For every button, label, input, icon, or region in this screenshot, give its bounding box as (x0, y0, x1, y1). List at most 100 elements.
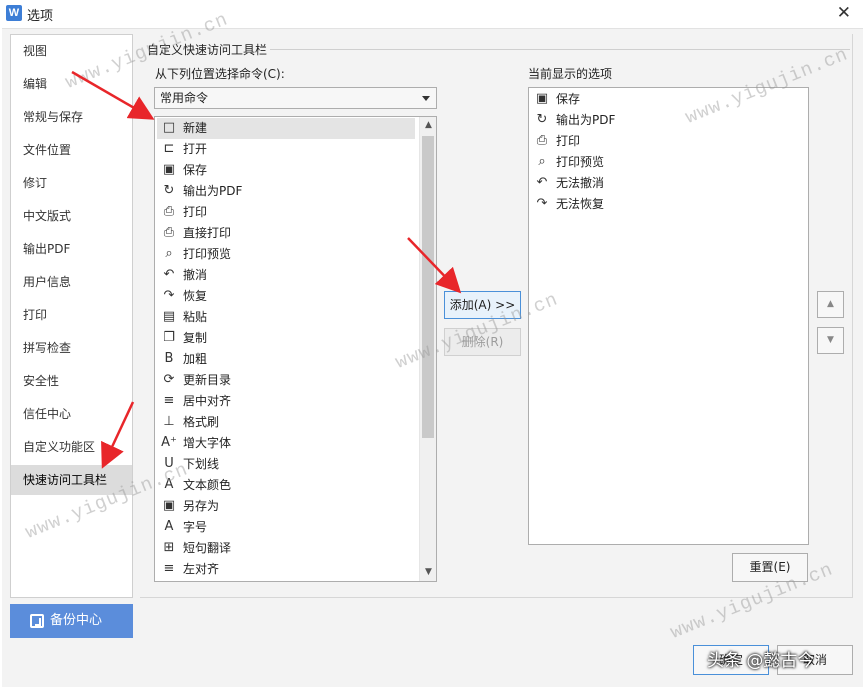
export-pdf-icon: ↻ (163, 183, 175, 198)
nav-item[interactable]: 拼写检查 (11, 333, 132, 363)
scroll-up-icon[interactable]: ▲ (420, 117, 436, 134)
format-painter-icon: ⊥ (163, 414, 175, 429)
nav-item[interactable]: 视图 (11, 36, 132, 66)
command-list-item[interactable]: ⎙ 打印 (157, 202, 415, 223)
command-list-item[interactable]: ⊏ 打开 (157, 139, 415, 160)
backup-icon (30, 614, 44, 628)
command-list-item[interactable]: ↷ 恢复 (157, 286, 415, 307)
command-label: 恢复 (183, 289, 208, 303)
command-source-dropdown[interactable]: 常用命令 (154, 87, 437, 109)
nav-item[interactable]: 安全性 (11, 366, 132, 396)
nav-item[interactable]: 编辑 (11, 69, 132, 99)
reset-button[interactable]: 重置(E) (732, 553, 808, 582)
redo-icon: ↷ (163, 288, 175, 303)
command-list-item[interactable]: A 字号 (157, 517, 415, 538)
command-list-item[interactable]: ↶ 撤消 (157, 265, 415, 286)
save-icon: ▣ (535, 91, 549, 106)
section-title: 自定义快速访问工具栏 (147, 43, 268, 57)
command-list-item[interactable]: ≡ 左对齐 (157, 559, 415, 580)
command-label: 复制 (183, 331, 208, 345)
options-nav: 视图 编辑 常规与保存 文件位置 修订 中文版式 输出PDF 用户信息 打印 拼写检查 安全性 信任中… (10, 34, 133, 598)
command-list-scrollbar[interactable]: ▲ ▼ (419, 117, 436, 581)
command-list-item[interactable]: U 下划线 (157, 454, 415, 475)
nav-item[interactable]: 打印 (11, 300, 132, 330)
command-list-item[interactable]: ▣ 另存为 (157, 496, 415, 517)
window-title: 选项 (27, 9, 54, 24)
quick-print-icon: ⎙ (163, 225, 175, 240)
align-left-icon: ≡ (163, 561, 175, 576)
translate-icon: ⊞ (163, 540, 175, 555)
ok-button[interactable]: 确定 (693, 645, 769, 675)
nav-item[interactable]: 输出PDF (11, 234, 132, 264)
command-list-item[interactable]: A⁺ 增大字体 (157, 433, 415, 454)
printer-icon: ⎙ (536, 133, 548, 148)
export-pdf-icon: ↻ (536, 112, 548, 127)
scroll-thumb[interactable] (422, 136, 434, 438)
command-label: 文本颜色 (183, 478, 232, 492)
command-list-item[interactable]: ⊞ 短句翻译 (157, 538, 415, 559)
nav-item[interactable]: 用户信息 (11, 267, 132, 297)
command-label: 下划线 (183, 457, 220, 471)
update-toc-icon: ⟳ (163, 372, 175, 387)
current-list-item[interactable]: ▣ 保存 (530, 89, 806, 110)
current-items-list[interactable]: ▣ 保存 ↻ 输出为PDF ⎙ 打印 ⌕ 打印预览 ↶ 无法撤消 ↷ 无法恢复 (528, 87, 809, 545)
current-list-item[interactable]: ↷ 无法恢复 (530, 194, 806, 215)
current-list-item[interactable]: ⌕ 打印预览 (530, 152, 806, 173)
section-divider (270, 49, 850, 50)
command-list-item[interactable]: ↻ 输出为PDF (157, 181, 415, 202)
add-button[interactable]: 添加(A) >> (444, 291, 521, 319)
save-icon: ▣ (162, 162, 176, 177)
current-item-label: 无法恢复 (556, 197, 605, 211)
command-list-item[interactable]: ⌕ 打印预览 (157, 244, 415, 265)
command-list-item[interactable]: ⎙ 直接打印 (157, 223, 415, 244)
backup-center-button[interactable]: 备份中心 (10, 604, 133, 638)
command-list-item[interactable]: □ 新建 (157, 118, 415, 139)
command-list-item[interactable]: ≡ 居中对齐 (157, 391, 415, 412)
command-list-item[interactable]: B 加粗 (157, 349, 415, 370)
command-label: 字号 (183, 520, 208, 534)
copy-icon: ❐ (163, 330, 175, 345)
print-preview-icon: ⌕ (165, 246, 173, 261)
close-icon[interactable]: ✕ (837, 3, 851, 23)
scroll-down-icon[interactable]: ▼ (420, 564, 436, 581)
current-item-label: 无法撤消 (556, 176, 605, 190)
current-item-label: 保存 (556, 92, 581, 106)
command-label: 左对齐 (183, 562, 220, 576)
choose-commands-label: 从下列位置选择命令(C): (155, 67, 285, 81)
wps-app-icon: W (6, 5, 22, 21)
move-down-icon[interactable]: ▼ (817, 327, 844, 354)
current-list-item[interactable]: ⎙ 打印 (530, 131, 806, 152)
move-up-icon[interactable]: ▲ (817, 291, 844, 318)
command-label: 直接打印 (183, 226, 232, 240)
nav-item[interactable]: 常规与保存 (11, 102, 132, 132)
backup-center-label: 备份中心 (50, 613, 103, 628)
command-list-item[interactable]: A 文本颜色 (157, 475, 415, 496)
current-list-item[interactable]: ↶ 无法撤消 (530, 173, 806, 194)
command-list-item[interactable]: ⊥ 格式刷 (157, 412, 415, 433)
title-bar: W 选项 ✕ (0, 0, 865, 26)
folder-open-icon: ⊏ (163, 141, 175, 156)
command-list-item[interactable]: ⟳ 更新目录 (157, 370, 415, 391)
nav-item[interactable]: 信任中心 (11, 399, 132, 429)
nav-item[interactable]: 文件位置 (11, 135, 132, 165)
command-list-item[interactable]: ▣ 保存 (157, 160, 415, 181)
remove-button[interactable]: 删除(R) (444, 328, 521, 356)
command-list-item[interactable]: ▤ 粘贴 (157, 307, 415, 328)
bold-icon: B (164, 351, 174, 366)
nav-item[interactable]: 快速访问工具栏 (11, 465, 132, 495)
font-size-icon: A (164, 519, 174, 534)
current-list-item[interactable]: ↻ 输出为PDF (530, 110, 806, 131)
text-color-icon: A (164, 477, 174, 492)
current-item-label: 打印预览 (556, 155, 605, 169)
cancel-button[interactable]: 取消 (777, 645, 853, 675)
grow-font-icon: A⁺ (161, 435, 177, 450)
nav-item[interactable]: 中文版式 (11, 201, 132, 231)
nav-item[interactable]: 自定义功能区 (11, 432, 132, 462)
nav-item[interactable]: 修订 (11, 168, 132, 198)
command-label: 新建 (183, 121, 208, 135)
command-label: 保存 (183, 163, 208, 177)
command-label: 更新目录 (183, 373, 232, 387)
new-doc-icon: □ (162, 120, 176, 135)
command-list[interactable]: ▲ ▼ □ 新建 ⊏ 打开 ▣ 保存 ↻ 输出为PDF ⎙ 打印 ⎙ 直接打印 ⌕ 打印预览 ↶ 撤消 ↷ 恢复 ▤… (154, 116, 437, 582)
command-list-item[interactable]: ❐ 复制 (157, 328, 415, 349)
